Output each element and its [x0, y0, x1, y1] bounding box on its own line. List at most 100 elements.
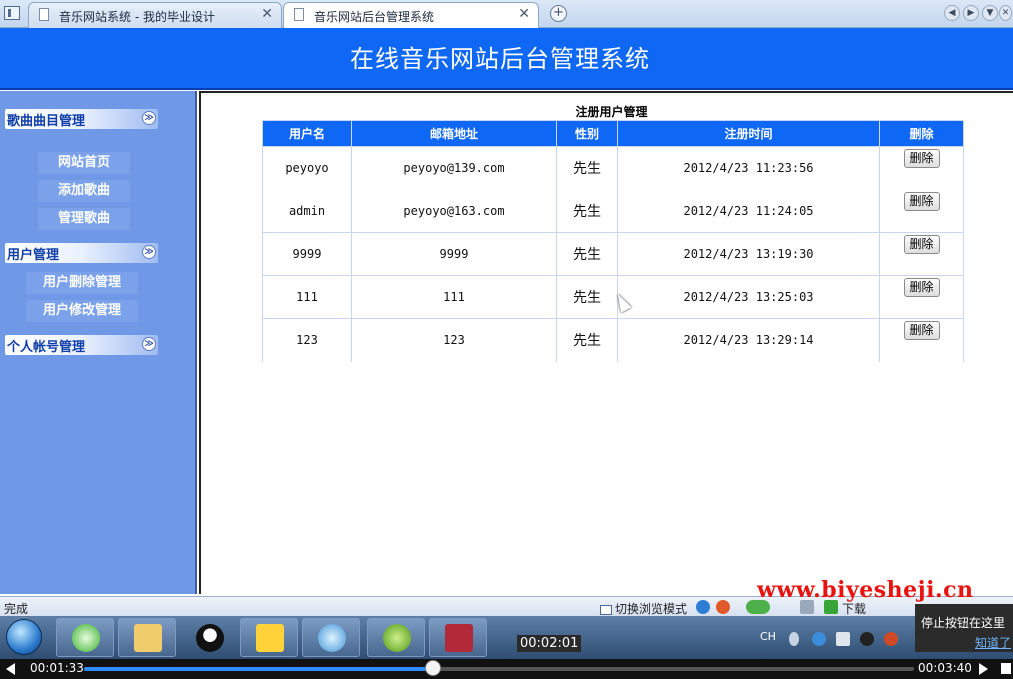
taskbar-ie[interactable]	[56, 618, 114, 657]
registered-cell: 2012/4/23 13:25:03	[617, 275, 880, 319]
chevron-up-icon[interactable]	[789, 632, 799, 646]
column-header-email: 邮箱地址	[351, 120, 557, 147]
sidebar-group-account[interactable]: 个人帐号管理 ≫	[5, 335, 158, 355]
sidebar-item-edit-users[interactable]: 用户修改管理	[26, 300, 138, 322]
browse-mode-toggle[interactable]: 切换浏览模式	[600, 600, 687, 617]
delete-button[interactable]: 删除	[903, 191, 940, 211]
delete-button[interactable]: 删除	[903, 235, 940, 254]
username-cell: 9999	[262, 232, 352, 276]
qq-icon[interactable]	[860, 632, 874, 646]
browser-menu-icon[interactable]	[4, 6, 20, 20]
email-cell: peyoyo@139.com	[351, 146, 557, 190]
sidebar-group-label: 歌曲曲目管理	[7, 114, 86, 129]
registered-cell: 2012/4/23 13:29:14	[617, 318, 880, 362]
notes-icon	[256, 624, 284, 652]
taskbar-dreamweaver[interactable]	[367, 618, 425, 657]
sidebar-group-users[interactable]: 用户管理 ≫	[5, 243, 158, 263]
column-header-registered: 注册时间	[617, 120, 880, 147]
close-window-icon[interactable]: ✕	[999, 5, 1012, 21]
ime-indicator[interactable]: CH	[760, 630, 776, 643]
delete-button[interactable]: 删除	[903, 321, 940, 340]
tab-label: 音乐网站后台管理系统	[314, 10, 435, 24]
display-icon[interactable]	[836, 632, 850, 646]
close-icon[interactable]: ✕	[261, 6, 273, 22]
delete-cell: 删除	[879, 275, 964, 319]
email-cell: 111	[351, 275, 557, 319]
new-tab-button[interactable]: +	[550, 5, 567, 22]
qq-icon[interactable]	[884, 632, 898, 646]
delete-button[interactable]: 删除	[903, 278, 940, 297]
chevron-down-icon[interactable]: ≫	[142, 111, 156, 125]
header-banner: 在线音乐网站后台管理系统	[0, 28, 1013, 90]
chat-icon	[318, 624, 346, 652]
gender-cell: 先生	[556, 318, 618, 362]
tab-admin[interactable]: 音乐网站后台管理系统 ✕	[283, 2, 539, 28]
page-icon	[39, 8, 49, 21]
sidebar-item-add-song[interactable]: 添加歌曲	[38, 180, 130, 202]
username-cell: 123	[262, 318, 352, 362]
chevron-down-icon[interactable]: ≫	[142, 245, 156, 259]
chevron-down-icon[interactable]: ▼	[982, 5, 998, 21]
tab-label: 音乐网站系统 - 我的毕业设计	[59, 10, 215, 24]
seek-handle[interactable]	[424, 660, 441, 676]
seek-hover-time: 00:02:01	[517, 635, 582, 652]
table-caption: 注册用户管理	[575, 105, 648, 119]
forward-nav-icon[interactable]: ▶	[963, 5, 979, 21]
main-content: 注册用户管理 用户名 邮箱地址 性别 注册时间 删除 peyoyo peyoyo…	[199, 91, 1013, 594]
username-cell: admin	[262, 189, 352, 233]
page-title: 在线音乐网站后台管理系统	[350, 45, 650, 73]
sidebar: 歌曲曲目管理 ≫ 网站首页 添加歌曲 管理歌曲 用户管理 ≫ 用户删除管理 用户…	[0, 91, 197, 594]
ie-icon[interactable]	[696, 600, 710, 614]
sidebar-group-songs[interactable]: 歌曲曲目管理 ≫	[5, 109, 158, 129]
rewind-icon[interactable]	[6, 663, 15, 675]
sidebar-item-manage-songs[interactable]: 管理歌曲	[38, 208, 130, 230]
delete-cell: 删除	[879, 146, 964, 190]
delete-cell: 删除	[879, 318, 964, 362]
sidebar-item-home[interactable]: 网站首页	[38, 152, 130, 174]
username-cell: peyoyo	[262, 146, 352, 190]
dreamweaver-icon	[383, 624, 411, 652]
username-cell: 111	[262, 275, 352, 319]
gender-cell: 先生	[556, 146, 618, 190]
page-icon	[294, 8, 304, 21]
email-cell: peyoyo@163.com	[351, 189, 557, 233]
forward-icon[interactable]	[979, 663, 988, 675]
status-text: 完成	[4, 602, 29, 616]
qq-icon	[196, 624, 224, 652]
window-icon	[600, 604, 612, 615]
browser-tab-strip: 音乐网站系统 - 我的毕业设计 ✕ 音乐网站后台管理系统 ✕ + ◀ ▶ ▼ ✕	[0, 0, 1013, 28]
taskbar-chat[interactable]	[302, 618, 360, 657]
access-icon	[445, 624, 473, 652]
gender-cell: 先生	[556, 189, 618, 233]
network-icon[interactable]	[812, 632, 826, 646]
screen: 音乐网站系统 - 我的毕业设计 ✕ 音乐网站后台管理系统 ✕ + ◀ ▶ ▼ ✕…	[0, 0, 1013, 679]
taskbar-qq[interactable]	[180, 618, 238, 657]
tab-music-site[interactable]: 音乐网站系统 - 我的毕业设计 ✕	[28, 2, 282, 28]
back-nav-icon[interactable]: ◀	[944, 5, 960, 21]
close-icon[interactable]: ✕	[518, 6, 530, 22]
tooltip-text: 停止按钮在这里	[921, 616, 1006, 630]
taskbar-notes[interactable]	[240, 618, 298, 657]
seek-bar-fill	[84, 667, 433, 671]
delete-button[interactable]: 删除	[903, 149, 940, 168]
taskbar-explorer[interactable]	[118, 618, 176, 657]
taskbar: CH	[0, 616, 1013, 659]
sidebar-item-delete-users[interactable]: 用户删除管理	[26, 272, 138, 294]
column-header-username: 用户名	[262, 120, 352, 147]
column-header-gender: 性别	[556, 120, 618, 147]
chevron-down-icon[interactable]: ≫	[142, 337, 156, 351]
table-row: 9999 9999 先生 2012/4/23 13:19:30 删除	[262, 232, 964, 276]
security-icon[interactable]	[716, 600, 730, 614]
stop-icon[interactable]	[1001, 663, 1011, 674]
taskbar-access[interactable]	[429, 618, 487, 657]
gender-cell: 先生	[556, 275, 618, 319]
tooltip-dismiss-link[interactable]: 知道了	[975, 634, 1011, 651]
sidebar-group-label: 个人帐号管理	[7, 340, 86, 355]
ie-icon	[72, 624, 100, 652]
seek-bar[interactable]	[84, 667, 914, 671]
browse-mode-label: 切换浏览模式	[615, 602, 688, 616]
table-header-row: 用户名 邮箱地址 性别 注册时间 删除	[262, 120, 964, 147]
start-icon[interactable]	[6, 619, 42, 655]
watermark: www.biyesheji.cn	[757, 577, 974, 603]
registered-cell: 2012/4/23 13:19:30	[617, 232, 880, 276]
